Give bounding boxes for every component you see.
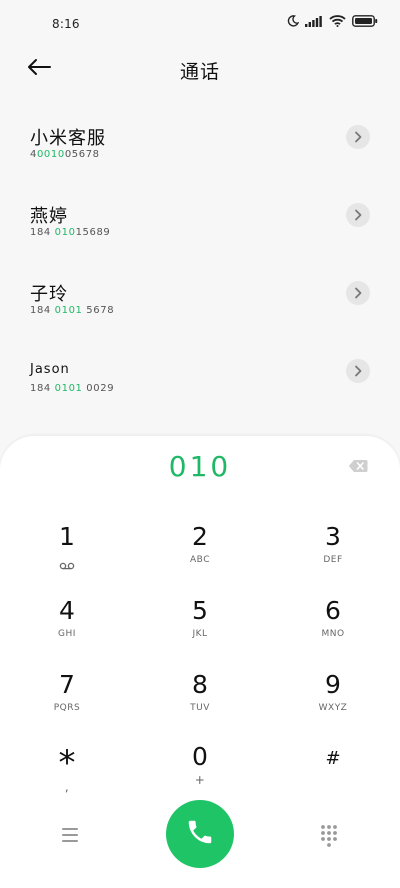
key-4[interactable]: 4 GHI: [22, 596, 112, 658]
match-highlight: 010: [54, 227, 76, 238]
key-2[interactable]: 2 ABC: [155, 522, 245, 584]
dialpad-icon: [316, 825, 342, 852]
key-digit: 2: [192, 522, 208, 551]
key-letters: GHI: [58, 629, 76, 639]
contact-item[interactable]: Jason 184 0101 0029: [0, 344, 400, 422]
menu-button[interactable]: [57, 824, 83, 846]
chevron-right-icon: [353, 206, 363, 225]
chevron-right-icon: [353, 362, 363, 381]
chevron-right-icon: [353, 284, 363, 303]
key-5[interactable]: 5 JKL: [155, 596, 245, 658]
contact-number: 184 01015689: [30, 227, 111, 238]
key-digit: 8: [192, 670, 208, 699]
status-bar: 8:16: [0, 0, 400, 50]
key-0[interactable]: 0 +: [155, 742, 245, 804]
header: 通话: [0, 50, 400, 90]
contact-number: 4001005678: [30, 149, 100, 160]
backspace-button[interactable]: [348, 458, 368, 474]
key-8[interactable]: 8 TUV: [155, 670, 245, 732]
key-letters: ,: [64, 780, 70, 794]
status-time: 8:16: [52, 17, 80, 31]
key-letters: ABC: [190, 555, 210, 565]
contact-name: 子玲: [30, 284, 68, 305]
signal-icon: [305, 15, 323, 27]
key-digit: 4: [59, 596, 75, 625]
battery-icon: [352, 15, 378, 27]
match-highlight: 0101: [54, 305, 83, 316]
contact-name: 小米客服: [30, 128, 106, 149]
dialer-panel: 010 1 2 ABC 3 DEF 4 GHI 5 JKL 6 MNO 7 PQ…: [0, 436, 400, 888]
key-3[interactable]: 3 DEF: [288, 522, 378, 584]
key-digit: 1: [59, 522, 75, 551]
moon-icon: [287, 15, 299, 27]
key-star[interactable]: * ,: [22, 746, 112, 808]
match-highlight: 0010: [36, 149, 65, 160]
page-title: 通话: [179, 61, 220, 83]
key-letters: DEF: [323, 555, 343, 565]
keypad-toggle-button[interactable]: [316, 822, 342, 848]
phone-icon: [185, 817, 215, 851]
key-digit: 0: [192, 742, 208, 771]
key-digit: *: [58, 743, 76, 783]
call-button[interactable]: [166, 800, 234, 868]
phone-screen: 8:16 通话 小米客服 4001005678 燕婷 184 01015689 …: [0, 0, 400, 888]
contact-number: 184 0101 5678: [30, 305, 115, 316]
contact-list: 小米客服 4001005678 燕婷 184 01015689 子玲 184 0…: [0, 110, 400, 422]
key-digit: 9: [325, 670, 341, 699]
contact-info-button[interactable]: [346, 203, 370, 227]
contact-info-button[interactable]: [346, 281, 370, 305]
key-letters: JKL: [192, 629, 208, 639]
contact-item[interactable]: 子玲 184 0101 5678: [0, 266, 400, 344]
backspace-icon: [348, 459, 368, 478]
key-letters: MNO: [321, 629, 345, 639]
contact-info-button[interactable]: [346, 125, 370, 149]
contact-number: 184 0101 0029: [30, 383, 115, 394]
contact-name: Jason: [30, 362, 70, 377]
wifi-icon: [329, 15, 346, 27]
contact-name: 燕婷: [30, 206, 68, 227]
key-letters: TUV: [190, 703, 210, 713]
key-7[interactable]: 7 PQRS: [22, 670, 112, 732]
key-digit: 5: [192, 596, 208, 625]
key-letters: +: [194, 773, 206, 787]
contact-item[interactable]: 燕婷 184 01015689: [0, 188, 400, 266]
key-9[interactable]: 9 WXYZ: [288, 670, 378, 732]
key-1[interactable]: 1: [22, 522, 112, 584]
key-6[interactable]: 6 MNO: [288, 596, 378, 658]
dial-input[interactable]: 010: [0, 450, 400, 483]
key-digit: 6: [325, 596, 341, 625]
status-icons: [287, 15, 378, 27]
key-letters: PQRS: [53, 703, 81, 713]
key-digit: 7: [59, 670, 75, 699]
key-digit: #: [325, 748, 341, 769]
key-hash[interactable]: #: [288, 744, 378, 806]
menu-icon: [57, 828, 83, 850]
match-highlight: 0101: [54, 383, 83, 394]
contact-item[interactable]: 小米客服 4001005678: [0, 110, 400, 188]
chevron-right-icon: [353, 128, 363, 147]
key-digit: 3: [325, 522, 341, 551]
contact-info-button[interactable]: [346, 359, 370, 383]
voicemail-icon: [59, 555, 75, 574]
key-letters: WXYZ: [318, 703, 348, 713]
